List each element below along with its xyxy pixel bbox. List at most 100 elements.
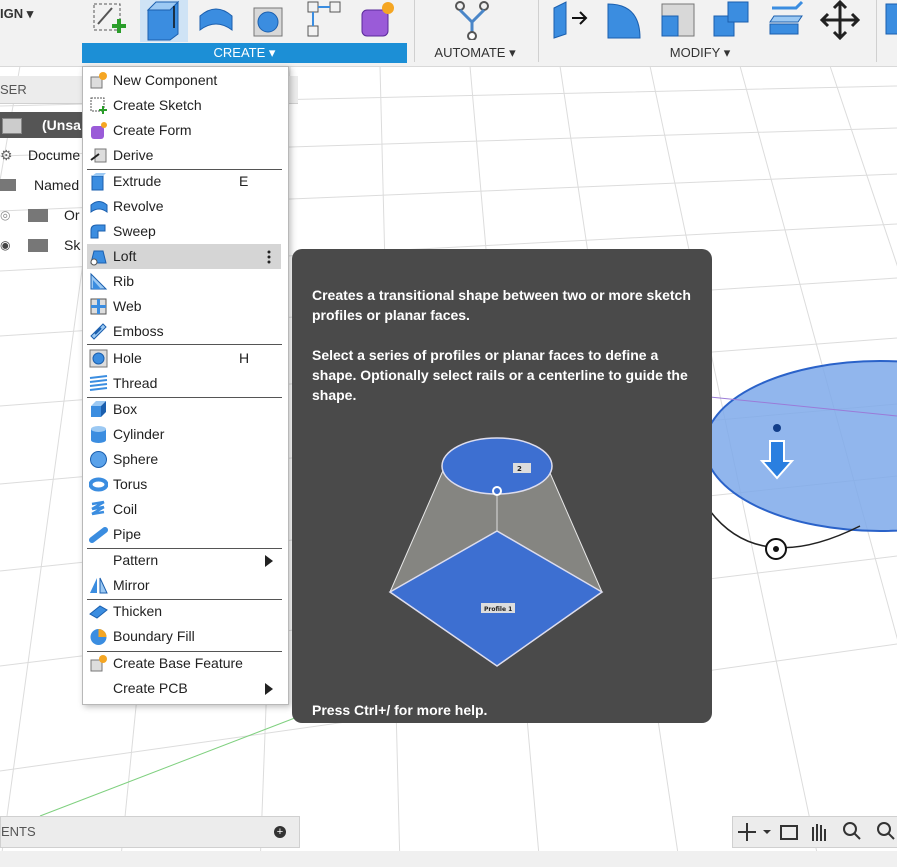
illustration-profile-label: Profile 1 [484,606,512,613]
menu-item-create-pcb[interactable]: Create PCB [83,676,288,701]
fit-icon[interactable] [877,822,895,840]
menu-item-hole[interactable]: Hole H [83,346,288,371]
menu-item-box[interactable]: Box [83,397,288,422]
thicken-icon [89,605,108,619]
chevron-down-icon: ▾ [26,6,34,21]
more-vertical-icon[interactable] [267,249,271,265]
named-views-label: Named [34,177,80,193]
menu-item-label: Boundary Fill [113,628,195,644]
orbit-icon[interactable] [738,823,771,841]
sketches-label: Sk [64,237,81,253]
revolve-icon[interactable] [196,0,236,40]
pan-icon[interactable] [812,824,826,841]
create-sketch-icon[interactable] [90,0,130,40]
pattern-icon[interactable] [304,0,344,40]
menu-item-pattern[interactable]: Pattern [83,548,288,573]
extrude-icon [91,173,106,191]
menu-item-create-form[interactable]: Create Form [83,118,288,143]
toolbar-divider [538,0,539,62]
browser-title: SER [0,82,27,97]
extrude-button-selected[interactable] [140,0,188,42]
chevron-down-icon: ▾ [509,45,516,60]
press-pull-icon[interactable] [550,0,590,40]
comments-panel[interactable]: ENTS + [0,816,300,848]
move-icon[interactable] [820,0,860,40]
combine-icon[interactable] [712,0,752,40]
automate-icon[interactable] [452,0,492,40]
menu-item-web[interactable]: Web [83,294,288,319]
menu-item-label: Create PCB [113,680,188,696]
eye-icon: ◉ [0,238,11,252]
chevron-down-icon: ▾ [723,45,731,60]
menu-item-label: Rib [113,273,135,289]
menu-item-loft[interactable]: Loft [87,244,281,269]
menu-item-create-base-feature[interactable]: Create Base Feature [83,651,288,676]
browser-root-row[interactable]: (Unsa [0,112,82,138]
menu-item-derive[interactable]: Derive [83,143,288,168]
sphere-icon [90,451,107,468]
menu-item-label: Coil [113,501,138,517]
origin-label: Or [64,207,80,223]
create-form-icon[interactable] [358,0,398,40]
menu-item-label: Loft [113,248,137,264]
menu-item-label: Create Form [113,122,192,138]
menu-item-rib[interactable]: Rib [83,269,288,294]
look-at-icon[interactable] [780,825,798,840]
zoom-icon[interactable] [843,822,861,840]
folder-icon [28,209,48,222]
folder-icon [0,179,16,191]
menu-item-label: Create Base Feature [113,655,243,671]
menu-item-boundary-fill[interactable]: Boundary Fill [83,624,288,649]
boundary-fill-icon [90,629,107,645]
menu-item-mirror[interactable]: Mirror [83,573,288,598]
extrude-icon [146,0,180,41]
menu-item-sphere[interactable]: Sphere [83,447,288,472]
menu-separator [87,344,282,345]
shortcut-label: H [239,350,250,366]
menu-item-thread[interactable]: Thread [83,371,288,396]
submenu-arrow-icon [265,683,273,695]
menu-item-emboss[interactable]: Emboss [83,319,288,344]
menu-item-sweep[interactable]: Sweep [83,219,288,244]
sweep-icon [90,224,106,239]
toolbar-divider [876,0,877,62]
add-comment-icon[interactable]: + [274,826,286,838]
offset-face-icon[interactable] [766,0,806,40]
automate-menu-button[interactable]: AUTOMATE ▾ [425,43,525,63]
modify-menu-button[interactable]: MODIFY ▾ [560,43,840,63]
menu-item-revolve[interactable]: Revolve [83,194,288,219]
revolve-icon [90,201,108,213]
fillet-icon[interactable] [604,0,644,40]
menu-item-thicken[interactable]: Thicken [83,599,288,624]
mirror-icon [90,577,108,594]
menu-item-pipe[interactable]: Pipe [83,522,288,547]
menu-item-cylinder[interactable]: Cylinder [83,422,288,447]
menu-item-coil[interactable]: Coil [83,497,288,522]
create-menu-button[interactable]: CREATE ▾ [82,43,407,63]
tooltip-instructions: Select a series of profiles or planar fa… [312,347,688,403]
modify-label-text: MODIFY [669,45,721,60]
menu-item-new-component[interactable]: New Component [83,68,288,93]
loft-tooltip: Creates a transitional shape between two… [292,249,712,723]
create-dropdown-menu: New Component Create Sketch Create Form … [82,66,289,705]
menu-item-create-sketch[interactable]: Create Sketch [83,93,288,118]
menu-item-torus[interactable]: Torus [83,472,288,497]
illustration-top-label: 2 [517,465,522,473]
thread-icon [89,375,108,391]
derive-icon [90,148,107,163]
toolbar: IGN ▾ CREATE ▾ AUTOMATE ▾ MODIFY ▾ [0,0,897,67]
menu-item-label: Web [113,298,142,314]
hole-icon[interactable] [250,0,290,40]
workspace-label: IGN [0,6,24,21]
menu-item-label: Sphere [113,451,159,467]
root-label: (Unsa [42,117,81,133]
chamfer-icon[interactable] [658,0,698,40]
menu-item-label: Emboss [113,323,164,339]
menu-item-label: Hole [113,350,142,366]
workspace-switcher[interactable]: IGN ▾ [0,6,33,22]
assemble-icon[interactable] [884,0,897,40]
loft-icon [90,250,107,266]
web-icon [90,298,107,315]
menu-item-label: Extrude [113,173,162,189]
menu-item-extrude[interactable]: Extrude E [83,169,288,194]
